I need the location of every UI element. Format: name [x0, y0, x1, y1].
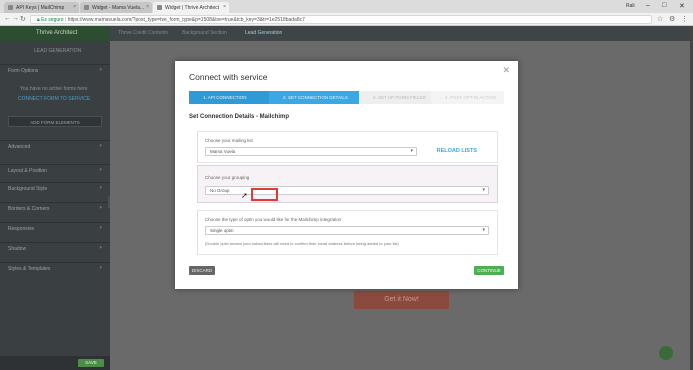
section-label: Advanced [8, 144, 31, 150]
modal-subtitle: Set Connection Details - Mailchimp [189, 114, 290, 120]
select-value: No Group [210, 188, 230, 193]
mailing-list-card: Choose your mailing list Mama Vuela ▾ RE… [197, 131, 498, 163]
sidebar-section-layout[interactable]: Layout & Position ▾ [0, 164, 110, 176]
tab-label: API Keys | MailChimp [16, 5, 65, 11]
chevron-down-icon: ▾ [99, 205, 102, 211]
caret-down-icon: ▾ [482, 227, 485, 233]
optin-hint: (Double optin means your subscribers wil… [205, 241, 399, 246]
menu-icon[interactable]: ⋮ [681, 15, 688, 23]
discard-button[interactable]: DISCARD [189, 266, 215, 275]
save-button[interactable]: SAVE [78, 359, 104, 367]
optin-card: Choose the type of optin you would like … [197, 210, 498, 255]
section-label: Borders & Corners [8, 206, 50, 212]
browser-tab-1[interactable]: API Keys | MailChimp × [4, 2, 79, 13]
address-bar-row: ← → ↻ 🔒︎ Es seguro | https://www.mamavue… [0, 13, 693, 26]
sidebar-section-advanced[interactable]: Advanced ▾ [0, 140, 110, 152]
profile-name[interactable]: Rali [626, 3, 635, 9]
caret-down-icon: ▾ [410, 148, 413, 154]
close-icon[interactable]: ✕ [502, 65, 510, 76]
page-favicon-icon [157, 5, 162, 10]
caret-down-icon: ▾ [482, 187, 485, 193]
add-form-elements-button[interactable]: ADD FORM ELEMENTS [8, 116, 102, 127]
mailing-list-select[interactable]: Mama Vuela ▾ [205, 147, 417, 156]
select-value: Single optin [210, 228, 234, 233]
no-service-text: You have no active forms here [20, 86, 88, 92]
chevron-down-icon: ▾ [99, 265, 102, 271]
step-set-connection-details[interactable]: 2. SET CONNECTION DETAILS [269, 91, 359, 104]
close-tab-icon[interactable]: × [73, 4, 76, 10]
sidebar-section-responsive[interactable]: Responsive ▾ [0, 222, 110, 234]
close-tab-icon[interactable]: × [146, 4, 149, 10]
sidebar-section-borders[interactable]: Borders & Corners ▾ [0, 202, 110, 214]
section-label: Shadow [8, 246, 27, 252]
breadcrumb-item[interactable]: Thrive Credit Contents [118, 30, 168, 36]
mailing-list-label: Choose your mailing list [205, 138, 253, 143]
editor-breadcrumb-bar: Thrive Credit Contents Background Sectio… [110, 26, 693, 41]
maximize-icon[interactable]: □ [662, 2, 666, 9]
browser-tab-2[interactable]: Widget - Mama Vuela... × [80, 2, 152, 13]
modal-title: Connect with service [189, 72, 268, 82]
chevron-down-icon: ▾ [99, 167, 102, 173]
tab-label: Widget - Mama Vuela... [92, 5, 145, 11]
sidebar-section-shadow[interactable]: Shadow ▾ [0, 242, 110, 254]
connect-service-modal: Connect with service ✕ 1. API CONNECTION… [175, 61, 518, 289]
breadcrumb-item[interactable]: Background Section [182, 30, 227, 36]
step-post-optin-action: 4. POST OPT-IN ACTION [431, 91, 504, 104]
step-set-up-form-fields: 3. SET UP FORM FIELDS [359, 91, 431, 104]
sidebar-element-name: LEAD GENERATION [34, 48, 82, 54]
sidebar-section-styles[interactable]: Styles & Templates ▾ [0, 262, 110, 274]
chevron-down-icon: ▾ [99, 67, 102, 73]
reload-lists-button[interactable]: RELOAD LISTS [437, 148, 477, 154]
secure-label: Es seguro [41, 17, 64, 23]
section-label: Form Options [8, 68, 39, 74]
chevron-down-icon: ▾ [99, 245, 102, 251]
forward-icon[interactable]: → [12, 15, 19, 22]
optin-select[interactable]: Single optin ▾ [205, 226, 489, 235]
sidebar-section-form-options[interactable]: Form Options ▾ [0, 64, 110, 76]
sidebar-footer: SAVE [0, 356, 110, 370]
minimize-icon[interactable]: – [646, 2, 650, 9]
bookmark-star-icon[interactable]: ☆ [657, 15, 663, 23]
optin-label: Choose the type of optin you would like … [205, 217, 342, 222]
chevron-down-icon: ▾ [99, 185, 102, 191]
back-icon[interactable]: ← [4, 15, 11, 22]
chevron-down-icon: ▾ [99, 225, 102, 231]
chevron-down-icon: ▾ [99, 143, 102, 149]
close-tab-icon[interactable]: × [223, 4, 226, 10]
mouse-cursor-icon: ➚ [241, 191, 248, 200]
sidebar-title: Thrive Architect [36, 30, 78, 36]
close-window-icon[interactable]: ✕ [679, 2, 685, 10]
url-input[interactable]: 🔒︎ Es seguro | https://www.mamavuela.com… [30, 15, 652, 24]
editor-sidebar: Thrive Architect LEAD GENERATION Form Op… [0, 26, 110, 370]
url-text: https://www.mamavuela.com/?post_type=tve… [67, 17, 305, 23]
wizard-steps: 1. API CONNECTION 2. SET CONNECTION DETA… [189, 91, 504, 104]
grouping-label: Choose your grouping [205, 175, 250, 180]
page-favicon-icon [84, 5, 89, 10]
section-label: Layout & Position [8, 168, 47, 174]
help-fab-icon[interactable] [659, 346, 673, 360]
section-label: Styles & Templates [8, 266, 51, 272]
section-label: Responsive [8, 226, 35, 232]
mailchimp-favicon-icon [8, 5, 13, 10]
continue-button[interactable]: CONTINUE [474, 266, 504, 275]
select-value: Mama Vuela [210, 149, 236, 154]
browser-tab-bar: API Keys | MailChimp × Widget - Mama Vue… [0, 0, 693, 13]
sidebar-header: Thrive Architect [0, 26, 110, 41]
tab-label: Widget | Thrive Architect [165, 5, 220, 11]
extension-icon[interactable]: ⚙ [669, 15, 675, 23]
breadcrumb-item[interactable]: Lead Generation [245, 30, 282, 36]
annotation-highlight [251, 188, 278, 201]
step-api-connection[interactable]: 1. API CONNECTION [189, 91, 271, 104]
browser-tab-3[interactable]: Widget | Thrive Architect × [153, 2, 229, 13]
connect-service-link[interactable]: CONNECT FORM TO SERVICE [18, 96, 90, 102]
sidebar-section-background[interactable]: Background Style ▾ [0, 182, 110, 194]
page-cta-button[interactable]: Get it Now! [354, 291, 449, 309]
section-label: Background Style [8, 186, 48, 192]
reload-icon[interactable]: ↻ [20, 15, 26, 23]
